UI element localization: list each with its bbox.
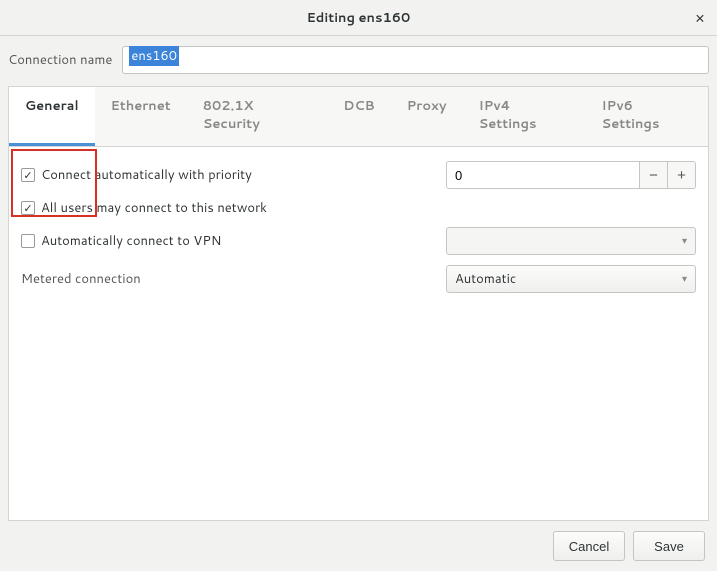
connection-name-input[interactable]: ens160 [122,46,709,74]
save-button[interactable]: Save [633,531,705,561]
priority-decrement[interactable]: − [639,162,667,188]
metered-combo[interactable]: Automatic ▾ [446,265,696,293]
vpn-combo[interactable]: ▾ [446,227,696,255]
auto-vpn-label: Automatically connect to VPN [41,232,221,250]
all-users-row: All users may connect to this network [21,199,696,217]
priority-increment[interactable]: + [667,162,695,188]
priority-input[interactable] [447,162,639,188]
close-icon[interactable]: × [695,6,705,29]
all-users-label: All users may connect to this network [41,199,267,217]
tab-bar: General Ethernet 802.1X Security DCB Pro… [9,87,708,147]
priority-spinbox[interactable]: − + [446,161,696,189]
tab-ipv4[interactable]: IPv4 Settings [463,87,586,146]
all-users-checkbox[interactable] [21,201,35,215]
connection-name-value: ens160 [129,46,179,66]
cancel-button[interactable]: Cancel [553,531,625,561]
tab-proxy[interactable]: Proxy [391,87,463,146]
tab-8021x[interactable]: 802.1X Security [187,87,327,146]
auto-vpn-checkbox[interactable] [21,234,35,248]
tab-dcb[interactable]: DCB [327,87,391,146]
titlebar: Editing ens160 × [0,0,717,36]
auto-vpn-row: Automatically connect to VPN ▾ [21,227,696,255]
chevron-down-icon: ▾ [682,272,687,286]
auto-connect-row: Connect automatically with priority − + [21,161,696,189]
metered-row: Metered connection Automatic ▾ [21,265,696,293]
tab-ethernet[interactable]: Ethernet [95,87,187,146]
metered-label: Metered connection [21,270,436,288]
metered-combo-value: Automatic [455,270,516,288]
tab-body-general: Connect automatically with priority − + … [9,147,708,520]
connection-name-label: Connection name [8,51,112,69]
chevron-down-icon: ▾ [682,234,687,248]
auto-connect-checkbox[interactable] [21,168,35,182]
tab-ipv6[interactable]: IPv6 Settings [586,87,708,146]
auto-connect-label: Connect automatically with priority [41,166,252,184]
window-title: Editing ens160 [307,9,411,27]
tab-container: General Ethernet 802.1X Security DCB Pro… [8,86,709,521]
connection-name-row: Connection name ens160 [0,36,717,82]
tab-general[interactable]: General [9,87,95,146]
dialog-footer: Cancel Save [0,521,717,571]
